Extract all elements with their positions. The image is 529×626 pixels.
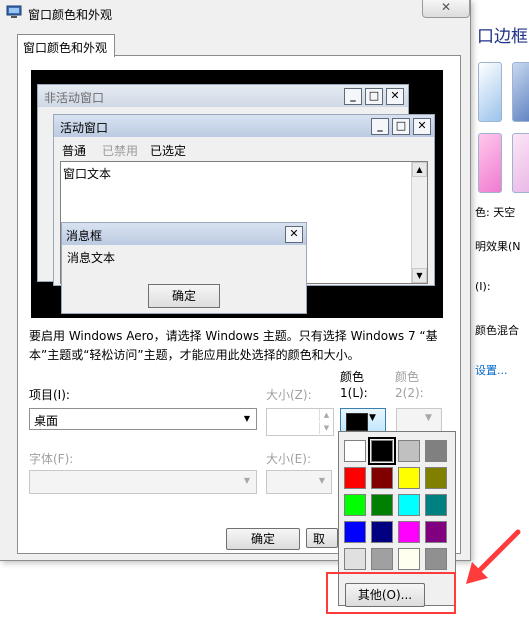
dialog-title: 窗口颜色和外观	[28, 8, 113, 22]
close-button[interactable]: ✕	[422, 0, 470, 18]
scrollbar[interactable]: ▲ ▼	[411, 162, 427, 283]
menu-item-selected[interactable]: 已选定	[150, 142, 186, 159]
font-select[interactable]: ▼	[29, 470, 257, 494]
chevron-down-icon: ▼	[425, 413, 432, 423]
maximize-icon[interactable]: □	[365, 88, 383, 105]
color-swatch[interactable]	[398, 440, 420, 462]
close-icon[interactable]: ✕	[413, 118, 431, 135]
inactive-window-title: 非活动窗口	[44, 91, 105, 105]
color-swatch[interactable]	[371, 467, 393, 489]
background-heading: 口边框	[477, 27, 528, 47]
size2-label: 大小(E):	[266, 452, 311, 466]
message-box-ok-button[interactable]: 确定	[148, 284, 220, 308]
minimize-icon[interactable]: _	[371, 118, 389, 135]
ok-button[interactable]: 确定	[226, 528, 300, 550]
color-swatch[interactable]	[398, 548, 420, 570]
color-swatch[interactable]	[398, 467, 420, 489]
transparency-label: 明效果(N	[475, 240, 521, 253]
color1-label-line2: 1(L):	[340, 386, 368, 400]
color-name-label: 色: 天空	[475, 206, 516, 219]
item-label: 项目(I):	[29, 388, 70, 402]
display-icon	[6, 5, 22, 18]
menu-item-normal[interactable]: 普通	[62, 142, 86, 159]
item-select[interactable]: 桌面 ▼	[29, 408, 257, 430]
color-mixer-label: 颜色混合	[475, 324, 519, 337]
color1-label-line1: 颜色	[340, 370, 365, 384]
advanced-settings-link[interactable]: 设置...	[475, 362, 508, 378]
color-swatch[interactable]	[398, 494, 420, 516]
dialog-titlebar[interactable]: 窗口颜色和外观	[0, 0, 470, 26]
message-box-title: 消息框	[66, 229, 103, 243]
color-tile-pink[interactable]	[478, 133, 502, 193]
color-swatch[interactable]	[371, 548, 393, 570]
tab-label: 窗口颜色和外观	[23, 41, 108, 55]
stepper-up-icon[interactable]: ▲	[319, 409, 333, 421]
chevron-down-icon: ▼	[243, 414, 251, 423]
close-icon[interactable]: ✕	[386, 88, 404, 105]
font-label: 字体(F):	[29, 452, 74, 466]
color2-label-line2: 2(2):	[395, 386, 424, 400]
color-swatch[interactable]	[371, 494, 393, 516]
message-text: 消息文本	[67, 251, 116, 265]
active-window-title: 活动窗口	[60, 121, 109, 135]
minimize-icon[interactable]: _	[344, 88, 362, 105]
color-swatch[interactable]	[344, 467, 366, 489]
size1-label: 大小(Z):	[266, 388, 312, 402]
aero-description: 要启用 Windows Aero，请选择 Windows 主题。只有选择 Win…	[29, 329, 438, 362]
highlight-box	[326, 572, 456, 614]
color-swatch[interactable]	[344, 521, 366, 543]
color-swatch[interactable]	[425, 494, 447, 516]
cancel-button[interactable]: 取	[306, 528, 338, 548]
tab-window-color[interactable]: 窗口颜色和外观	[17, 34, 115, 57]
red-arrow-icon	[466, 529, 521, 584]
item-value: 桌面	[34, 414, 59, 428]
scroll-up-icon[interactable]: ▲	[412, 162, 427, 177]
color-tile-navy[interactable]	[512, 62, 529, 122]
color-swatch[interactable]	[344, 440, 366, 462]
color-tile-magenta[interactable]	[512, 133, 529, 193]
color-swatch[interactable]	[371, 521, 393, 543]
stepper-down-icon[interactable]: ▼	[319, 422, 333, 434]
color-swatch[interactable]	[344, 548, 366, 570]
window-text: 窗口文本	[63, 167, 112, 181]
chevron-down-icon: ▼	[318, 476, 326, 485]
chevron-down-icon: ▼	[243, 476, 251, 485]
color-swatch[interactable]	[425, 440, 447, 462]
color1-swatch	[346, 413, 368, 431]
size1-stepper[interactable]: ▲ ▼	[266, 408, 334, 436]
color-swatch[interactable]	[425, 467, 447, 489]
color-swatch[interactable]	[344, 494, 366, 516]
close-icon[interactable]: ✕	[285, 226, 303, 243]
menu-item-disabled[interactable]: 已禁用	[102, 142, 138, 159]
intensity-label: (I):	[475, 280, 491, 293]
scroll-down-icon[interactable]: ▼	[412, 268, 427, 283]
chevron-down-icon: ▼	[369, 413, 376, 423]
color-tile-blue[interactable]	[478, 62, 502, 122]
color-swatch[interactable]	[425, 548, 447, 570]
color-swatch[interactable]	[368, 437, 396, 465]
size2-select[interactable]: ▼	[266, 470, 332, 494]
color-swatch[interactable]	[425, 521, 447, 543]
maximize-icon[interactable]: □	[392, 118, 410, 135]
color-swatch[interactable]	[398, 521, 420, 543]
color2-label-line1: 颜色	[395, 370, 420, 384]
